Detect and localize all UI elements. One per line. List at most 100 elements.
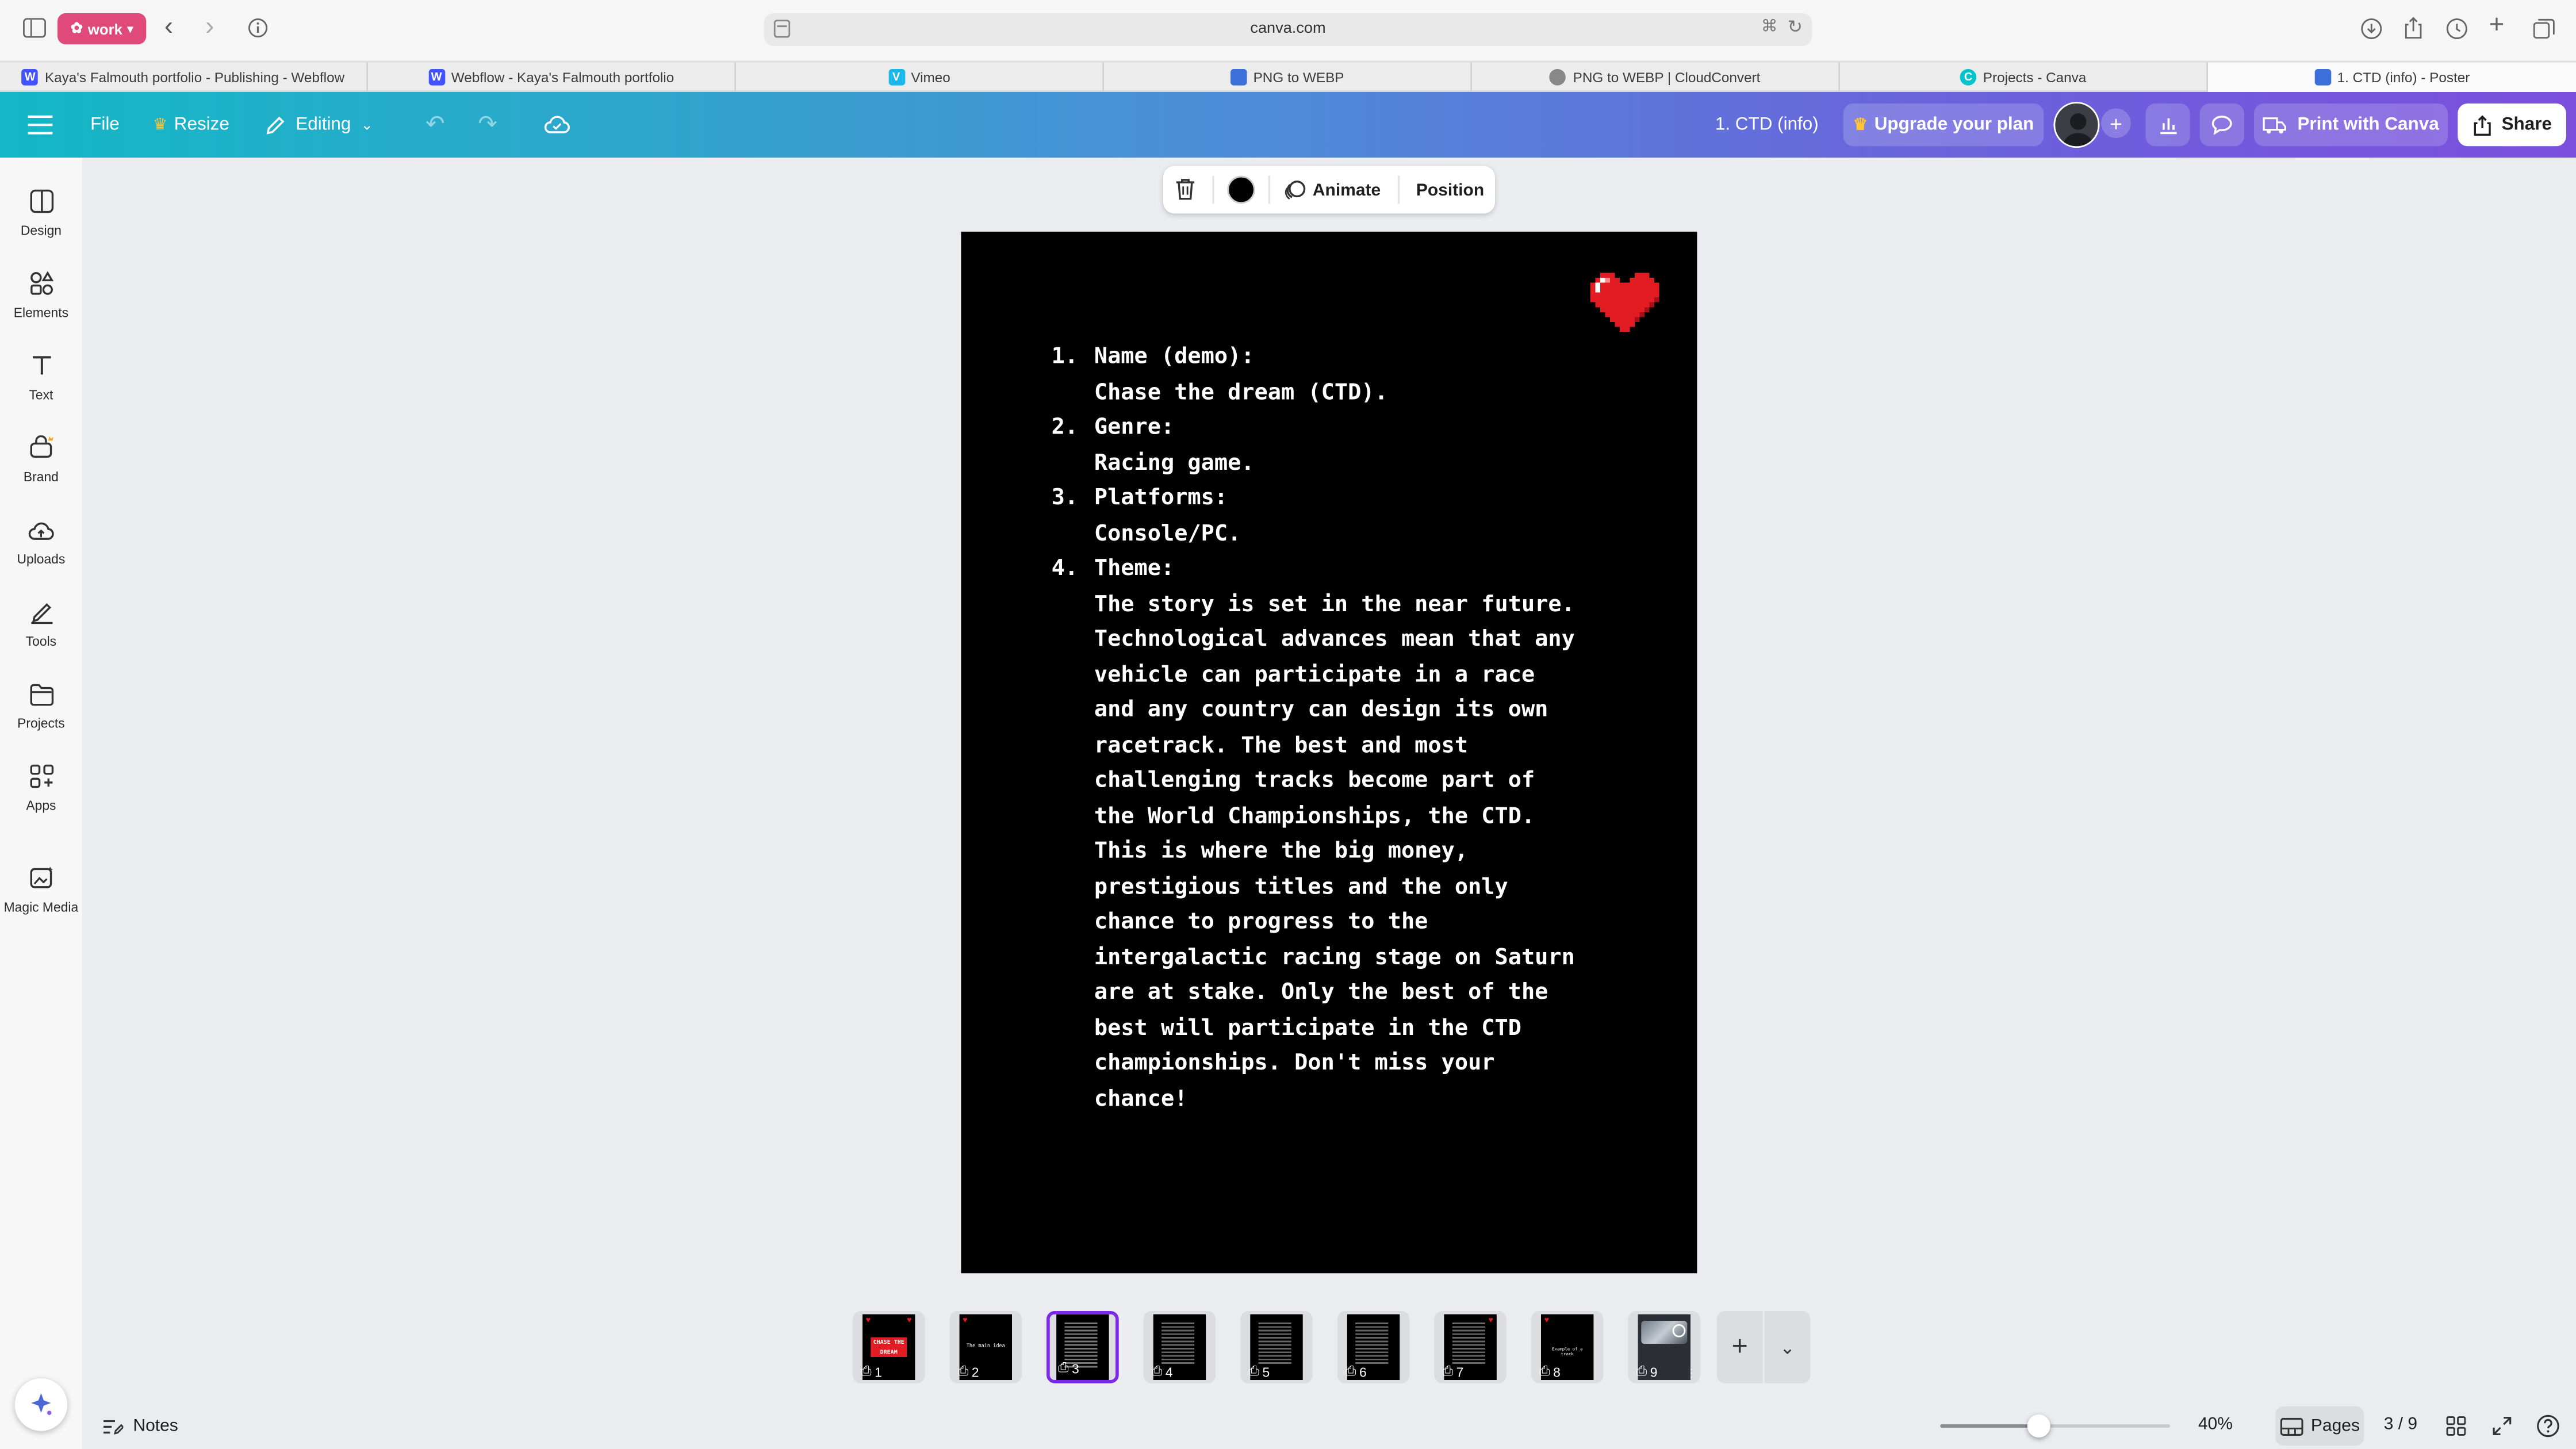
list-heading: Theme:	[1094, 555, 1175, 582]
sidebar-item-projects[interactable]: Projects	[0, 670, 82, 743]
page-thumbnail-7[interactable]: ♥ ⎙ 7	[1434, 1311, 1506, 1383]
position-button[interactable]: Position	[1416, 166, 1484, 214]
page-thumbnail-3[interactable]: ⎙ 3	[1046, 1311, 1119, 1383]
page-number-badge: ⎙ 4	[1151, 1363, 1173, 1379]
upgrade-label: Upgrade your plan	[1874, 115, 2034, 135]
thumbnail-text-lines	[1258, 1322, 1291, 1366]
notes-button[interactable]: Notes	[102, 1414, 178, 1438]
tab-webflow-publishing[interactable]: W Kaya's Falmouth portfolio - Publishing…	[0, 62, 368, 92]
add-page-button[interactable]: +	[1716, 1311, 1763, 1383]
sidebar-item-design[interactable]: Design	[0, 178, 82, 250]
upgrade-plan-button[interactable]: ♛ Upgrade your plan	[1843, 103, 2044, 147]
list-line: vehicle can participate in a race	[1094, 661, 1535, 688]
new-tab-icon[interactable]: +	[2489, 12, 2505, 41]
thumbnail-title: CHASE THE DREAM	[871, 1337, 907, 1357]
tab-label: 1. CTD (info) - Poster	[2337, 69, 2470, 86]
redo-icon[interactable]: ↷	[478, 110, 497, 138]
page-number-badge: ⎙ 5	[1248, 1363, 1270, 1379]
workspace-button[interactable]: ✿ work ▾	[57, 13, 147, 45]
info-icon[interactable]	[248, 18, 268, 38]
resize-button[interactable]: ♛ Resize	[153, 92, 229, 158]
cloud-saved-icon[interactable]	[544, 113, 570, 135]
sidebar-item-tools[interactable]: Tools	[0, 588, 82, 661]
history-icon[interactable]	[2446, 18, 2467, 40]
address-bar[interactable]: canva.com ⌘ ↻	[764, 13, 1812, 46]
sidebar-toggle-icon[interactable]	[23, 18, 46, 38]
zoom-slider[interactable]	[1940, 1414, 2171, 1438]
add-page-options-button[interactable]: ⌄	[1764, 1311, 1811, 1383]
page-thumbnail-6[interactable]: ⎙ 6	[1337, 1311, 1410, 1383]
print-icon: ⎙	[957, 1363, 969, 1379]
position-label: Position	[1416, 179, 1485, 200]
page-thumbnail-1[interactable]: CHASE THE DREAM ♥ ♥ ⎙ 1	[852, 1311, 925, 1383]
avatar[interactable]	[2053, 102, 2100, 148]
back-icon[interactable]: ‹	[164, 13, 173, 43]
text-color-swatch[interactable]	[1227, 175, 1255, 204]
help-icon[interactable]	[2536, 1414, 2559, 1438]
translate-icon[interactable]: ⌘	[1761, 18, 1778, 36]
webflow-favicon-icon: W	[21, 69, 39, 86]
page-thumbnail-8[interactable]: ♥ Example of a track ⎙ 8	[1531, 1311, 1604, 1383]
page-thumbnail-5[interactable]: ⎙ 5	[1240, 1311, 1313, 1383]
zoom-slider-handle[interactable]	[2027, 1414, 2050, 1438]
zoom-slider-fill	[1940, 1424, 2039, 1428]
pages-label: Pages	[2310, 1416, 2360, 1436]
trash-icon[interactable]	[1175, 178, 1196, 201]
page-number-badge: ⎙ 1	[861, 1363, 882, 1379]
page-thumbnail-4[interactable]: ⎙ 4	[1143, 1311, 1216, 1383]
page-counter: 3 / 9	[2383, 1414, 2418, 1435]
pages-toggle-button[interactable]: Pages	[2275, 1406, 2364, 1446]
comments-button[interactable]	[2199, 103, 2244, 147]
tab-ctd-poster[interactable]: 1. CTD (info) - Poster	[2208, 62, 2576, 92]
list-line: Chase the dream (CTD).	[1094, 378, 1388, 405]
list-number: 3.	[1051, 484, 1079, 511]
tab-label: Projects - Canva	[1983, 69, 2087, 86]
bottom-bar: Notes 40% Pages 3 / 9	[0, 1405, 2576, 1449]
list-line: Racing game.	[1094, 449, 1255, 476]
zoom-level[interactable]: 40%	[2198, 1414, 2233, 1434]
tab-webflow-portfolio[interactable]: W Webflow - Kaya's Falmouth portfolio	[368, 62, 736, 92]
pixel-heart-icon	[1590, 273, 1659, 340]
forward-icon[interactable]: ›	[205, 13, 214, 43]
fullscreen-icon[interactable]	[2492, 1416, 2512, 1436]
tab-projects-canva[interactable]: C Projects - Canva	[1840, 62, 2208, 92]
tab-overview-icon[interactable]	[2533, 18, 2555, 39]
tab-png-to-webp[interactable]: PNG to WEBP	[1104, 62, 1472, 92]
magic-media-icon	[29, 866, 53, 891]
share-button[interactable]: Share	[2458, 103, 2566, 147]
file-label: File	[90, 115, 120, 135]
sidebar-item-label: Elements	[13, 305, 69, 321]
chevron-down-icon: ⌄	[1780, 1338, 1795, 1358]
share-page-icon[interactable]	[2404, 17, 2423, 40]
grid-view-icon[interactable]	[2446, 1416, 2466, 1436]
print-icon: ⎙	[1248, 1363, 1259, 1379]
sidebar-item-elements[interactable]: Elements	[0, 259, 82, 332]
tab-vimeo[interactable]: V Vimeo	[736, 62, 1104, 92]
page-thumbnail-2[interactable]: ♥ The main idea ⎙ 2	[949, 1311, 1022, 1383]
print-icon: ⎙	[1058, 1360, 1069, 1375]
insights-button[interactable]	[2145, 103, 2190, 147]
sidebar-item-text[interactable]: Text	[0, 342, 82, 414]
sidebar-item-brand[interactable]: Brand	[0, 424, 82, 496]
sidebar-item-magic-media[interactable]: Magic Media	[0, 854, 82, 927]
reload-icon[interactable]: ↻	[1788, 17, 1803, 38]
more-icon[interactable]: ⋮	[1685, 1367, 1697, 1380]
add-collaborator-icon[interactable]: +	[2101, 108, 2131, 138]
editing-mode-button[interactable]: Editing ⌄	[264, 92, 373, 158]
file-menu[interactable]: File	[90, 92, 120, 158]
sidebar-item-apps[interactable]: Apps	[0, 753, 82, 825]
poster-page[interactable]: 1. Name (demo): Chase the dream (CTD). 2.…	[961, 231, 1697, 1274]
doc-title[interactable]: 1. CTD (info)	[1715, 92, 1819, 158]
poster-text-box[interactable]: 1. Name (demo): Chase the dream (CTD). 2.…	[1052, 340, 1643, 1117]
crown-icon: ♛	[1853, 116, 1868, 134]
menu-icon[interactable]	[28, 115, 53, 135]
undo-icon[interactable]: ↶	[425, 110, 445, 138]
list-item: 4. Theme: The story is set in the near f…	[1052, 552, 1643, 1117]
download-icon[interactable]	[2361, 18, 2382, 40]
sidebar-item-uploads[interactable]: Uploads	[0, 506, 82, 578]
animate-button[interactable]: Animate	[1285, 166, 1381, 214]
list-line: This is where the big money,	[1094, 838, 1469, 864]
page-thumbnail-9[interactable]: ⎙ 9 ⋮	[1628, 1311, 1701, 1383]
tab-cloudconvert[interactable]: PNG to WEBP | CloudConvert	[1472, 62, 1840, 92]
print-with-canva-button[interactable]: Print with Canva	[2254, 103, 2448, 147]
